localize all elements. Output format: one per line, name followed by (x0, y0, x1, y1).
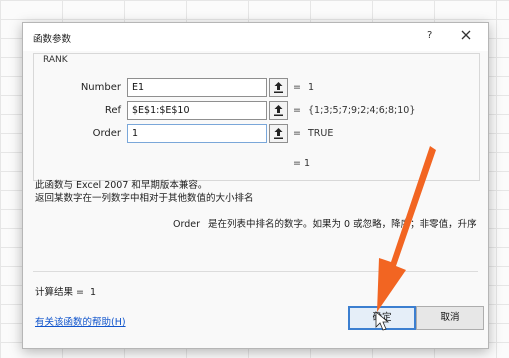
formula-result-value: 1 (304, 158, 311, 169)
order-label: Order (92, 128, 121, 139)
ref-collapse-dialog-arrow-icon[interactable] (269, 101, 288, 120)
ref-label: Ref (104, 105, 121, 116)
number-label: Number (80, 82, 121, 93)
function-help-link[interactable]: 有关该函数的帮助(H) (35, 314, 126, 328)
title-bar: 函数参数 ? (23, 23, 488, 51)
order-collapse-dialog-arrow-icon[interactable] (269, 124, 288, 143)
ok-button[interactable]: 确定 (348, 306, 416, 330)
calc-label: 计算结果 = (35, 287, 84, 298)
number-collapse-dialog-arrow-icon[interactable] (269, 78, 288, 97)
divider (33, 271, 478, 272)
dialog-title: 函数参数 (33, 34, 72, 45)
number-equals: = (293, 82, 301, 93)
number-result: 1 (308, 82, 315, 93)
calc-value: 1 (90, 287, 97, 298)
ref-result: {1;3;5;7;9;2;4;6;8;10} (308, 105, 416, 116)
order-result: TRUE (308, 128, 334, 139)
ref-input[interactable]: $E$1:$E$10 (127, 101, 267, 120)
ref-equals: = (293, 105, 301, 116)
function-name: RANK (41, 55, 70, 65)
compatibility-note: 此函数与 Excel 2007 和早期版本兼容。 (35, 180, 208, 191)
help-button[interactable]: ? (427, 30, 432, 41)
function-description: 返回某数字在一列数字中相对于其他数值的大小排名 (35, 193, 254, 204)
function-arguments-dialog: 函数参数 ? RANK Number E1 = 1 Ref $E$1:$E$10… (22, 22, 489, 349)
order-equals: = (293, 128, 301, 139)
parameter-description: Order 是在列表中排名的数字。如果为 0 或忽略，降序；非零值，升序 (173, 216, 483, 230)
order-input[interactable]: 1 (127, 124, 267, 143)
formula-result-line: = 1 (293, 158, 310, 169)
parameter-description-text: 是在列表中排名的数字。如果为 0 或忽略，降序；非零值，升序 (208, 219, 477, 230)
close-icon[interactable] (459, 28, 473, 42)
cancel-button[interactable]: 取消 (416, 306, 484, 330)
parameter-name: Order (173, 219, 200, 230)
calculation-result: 计算结果 = 1 (35, 284, 96, 298)
formula-equals: = (293, 158, 301, 169)
number-input[interactable]: E1 (127, 78, 267, 97)
